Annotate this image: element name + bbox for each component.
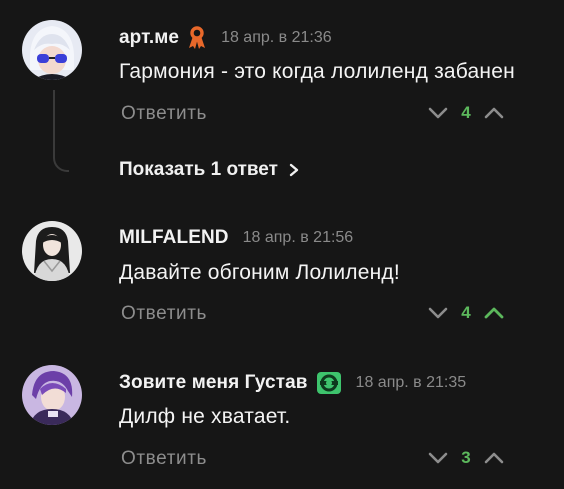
vote-control: 4 xyxy=(427,103,505,123)
comment-time: 18 апр. в 21:35 xyxy=(355,374,467,391)
author-name[interactable]: Зовите меня Густав xyxy=(119,372,308,394)
avatar-image xyxy=(22,221,82,281)
orange-ribbon-icon xyxy=(187,26,207,50)
comment-time: 18 апр. в 21:56 xyxy=(242,229,354,246)
vote-count: 4 xyxy=(461,103,471,122)
downvote-icon[interactable] xyxy=(427,451,449,465)
thread-line xyxy=(53,90,69,172)
author-name[interactable]: арт.ме xyxy=(119,27,179,49)
comment-text: Давайте обгоним Лолиленд! xyxy=(119,261,400,284)
avatar[interactable] xyxy=(22,221,82,281)
comment-time: 18 апр. в 21:36 xyxy=(221,29,332,46)
comment-text: Гармония - это когда лолиленд забанен xyxy=(119,60,515,83)
avatar[interactable] xyxy=(22,20,82,80)
downvote-icon[interactable] xyxy=(427,306,449,320)
reply-button[interactable]: Ответить xyxy=(121,103,207,125)
reply-button[interactable]: Ответить xyxy=(121,303,207,325)
avatar-image xyxy=(22,365,82,425)
comment-header: MILFALEND 18 апр. в 21:56 xyxy=(119,227,353,249)
vote-control: 4 xyxy=(427,303,505,323)
green-lantern-icon xyxy=(316,371,342,395)
comment-header: арт.ме 18 апр. в 21:36 xyxy=(119,26,332,50)
vote-count: 4 xyxy=(461,303,471,322)
avatar[interactable] xyxy=(22,365,82,425)
avatar-image xyxy=(22,20,82,80)
show-replies-label: Показать 1 ответ xyxy=(119,159,278,180)
downvote-icon[interactable] xyxy=(427,106,449,120)
vote-control: 3 xyxy=(427,448,505,468)
upvote-icon[interactable] xyxy=(483,106,505,120)
comment-header: Зовите меня Густав 18 апр. в 21:35 xyxy=(119,371,466,395)
author-name[interactable]: MILFALEND xyxy=(119,227,229,249)
upvote-icon-active[interactable] xyxy=(483,306,505,320)
chevron-right-icon xyxy=(289,163,299,177)
comment-text: Дилф не хватает. xyxy=(119,405,291,428)
upvote-icon[interactable] xyxy=(483,451,505,465)
show-replies-button[interactable]: Показать 1 ответ xyxy=(119,159,300,181)
vote-count: 3 xyxy=(461,448,471,467)
reply-button[interactable]: Ответить xyxy=(121,448,207,470)
